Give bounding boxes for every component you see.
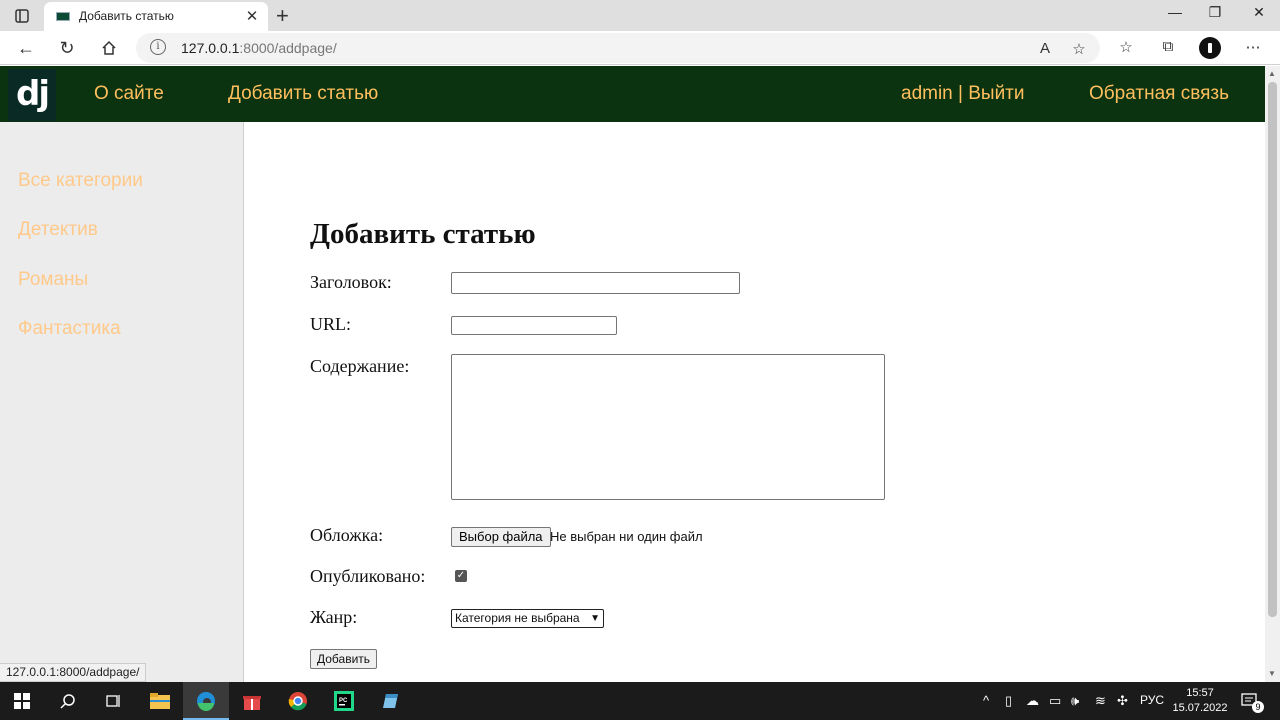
genre-label: Жанр: — [310, 607, 358, 627]
profile-avatar[interactable] — [1199, 37, 1221, 59]
browser-tab[interactable]: Добавить статью ✕ — [44, 2, 268, 31]
new-tab-icon[interactable]: + — [276, 3, 289, 29]
site-info-icon[interactable]: i — [150, 39, 166, 55]
published-checkbox[interactable]: ✓ — [455, 570, 467, 582]
sidebar-item-all[interactable]: Все категории — [18, 170, 143, 192]
url-input[interactable] — [451, 316, 617, 335]
restore-icon[interactable]: ❐ — [1192, 4, 1238, 21]
gift-app-icon[interactable] — [240, 689, 264, 713]
browser-toolbar: ← ↻ i 127.0.0.1:8000/addpage/ A ☆ ☆ ⧉ ⋯ — [0, 31, 1280, 65]
search-icon[interactable] — [56, 689, 80, 713]
nav-add-article-link[interactable]: Добавить статью — [228, 83, 378, 105]
tray-device-icon[interactable]: ▯ — [1005, 693, 1012, 709]
submit-button[interactable]: Добавить — [310, 649, 378, 669]
nav-about-link[interactable]: О сайте — [94, 83, 164, 105]
tray-expand-icon[interactable]: ^ — [983, 693, 989, 708]
nav-feedback-link[interactable]: Обратная связь — [1089, 83, 1229, 105]
title-input[interactable] — [451, 272, 740, 294]
sidebar-item-detective[interactable]: Детектив — [18, 219, 98, 241]
taskbar: PC ^ ▯ ☁ ▭ 🕪 ≋ ✣ РУС 15:57 15.07.2022 9 — [0, 682, 1280, 720]
genre-selected-value: Категория не выбрана — [455, 611, 580, 625]
cover-label: Обложка: — [310, 525, 384, 545]
taskbar-clock[interactable]: 15:57 15.07.2022 — [1170, 686, 1230, 716]
title-label: Заголовок: — [310, 272, 392, 292]
url-text: 127.0.0.1:8000/addpage/ — [181, 40, 337, 56]
home-icon[interactable] — [97, 36, 121, 60]
read-aloud-icon[interactable]: A — [1034, 40, 1056, 57]
windows-start-icon[interactable] — [10, 689, 34, 713]
sidebar-item-fantasy[interactable]: Фантастика — [18, 318, 121, 340]
scroll-down-icon[interactable]: ▼ — [1268, 669, 1276, 678]
scroll-thumb[interactable] — [1268, 82, 1277, 617]
browser-tab-bar: Добавить статью ✕ + — ❐ ✕ — [0, 0, 1280, 31]
sidebar: Все категории Детектив Романы Фантастика — [0, 122, 244, 682]
site-header: dj О сайте Добавить статью admin | Выйти… — [0, 66, 1265, 122]
page-scrollbar[interactable]: ▲ ▼ — [1265, 66, 1280, 682]
published-label: Опубликовано: — [310, 566, 426, 586]
wifi-icon[interactable]: ≋ — [1095, 693, 1106, 709]
tab-title: Добавить статью — [79, 9, 174, 23]
favorites-icon[interactable]: ☆ — [1115, 38, 1137, 56]
chrome-icon[interactable] — [286, 689, 310, 713]
file-status-text: Не выбран ни один файл — [550, 529, 703, 544]
tab-close-icon[interactable]: ✕ — [244, 7, 260, 25]
clock-time: 15:57 — [1186, 687, 1214, 699]
address-bar[interactable]: i 127.0.0.1:8000/addpage/ A ☆ — [136, 33, 1100, 63]
tab-actions-icon[interactable] — [9, 6, 35, 26]
nav-user-logout-link[interactable]: admin | Выйти — [901, 83, 1025, 105]
status-link-preview: 127.0.0.1:8000/addpage/ — [0, 663, 147, 682]
more-menu-icon[interactable]: ⋯ — [1242, 38, 1264, 56]
clock-date: 15.07.2022 — [1172, 702, 1228, 714]
tab-favicon-icon — [56, 12, 70, 21]
scroll-up-icon[interactable]: ▲ — [1268, 69, 1276, 78]
back-icon[interactable]: ← — [14, 36, 38, 60]
window-close-icon[interactable]: ✕ — [1236, 4, 1280, 21]
tray-cloud-icon[interactable]: ☁ — [1026, 693, 1039, 709]
edge-browser-icon[interactable] — [194, 689, 218, 713]
tray-app-icon[interactable]: ✣ — [1117, 693, 1128, 709]
sidebar-item-novels[interactable]: Романы — [18, 269, 88, 291]
language-indicator[interactable]: РУС — [1140, 693, 1164, 707]
genre-select[interactable]: Категория не выбрана ▼ — [451, 609, 604, 628]
chevron-down-icon: ▼ — [590, 613, 600, 624]
task-view-icon[interactable] — [101, 689, 125, 713]
add-favorite-icon[interactable]: ☆ — [1068, 40, 1090, 58]
svg-text:PC: PC — [339, 698, 348, 704]
file-explorer-icon[interactable] — [148, 689, 172, 713]
collections-icon[interactable]: ⧉ — [1157, 38, 1179, 55]
choose-file-button[interactable]: Выбор файла — [451, 527, 551, 547]
main-content: Добавить статью Заголовок: URL: Содержан… — [245, 122, 1265, 682]
notepad-app-icon[interactable] — [378, 689, 402, 713]
reload-icon[interactable]: ↻ — [55, 36, 79, 60]
battery-icon[interactable]: ▭ — [1049, 693, 1061, 709]
django-logo[interactable]: dj — [8, 69, 56, 121]
content-textarea[interactable] — [451, 354, 885, 500]
content-label: Содержание: — [310, 356, 410, 376]
page-title: Добавить статью — [310, 218, 536, 250]
pycharm-icon[interactable]: PC — [332, 689, 356, 713]
volume-icon[interactable]: 🕪 — [1071, 693, 1079, 709]
url-label: URL: — [310, 314, 352, 334]
notifications-badge: 9 — [1252, 701, 1264, 713]
